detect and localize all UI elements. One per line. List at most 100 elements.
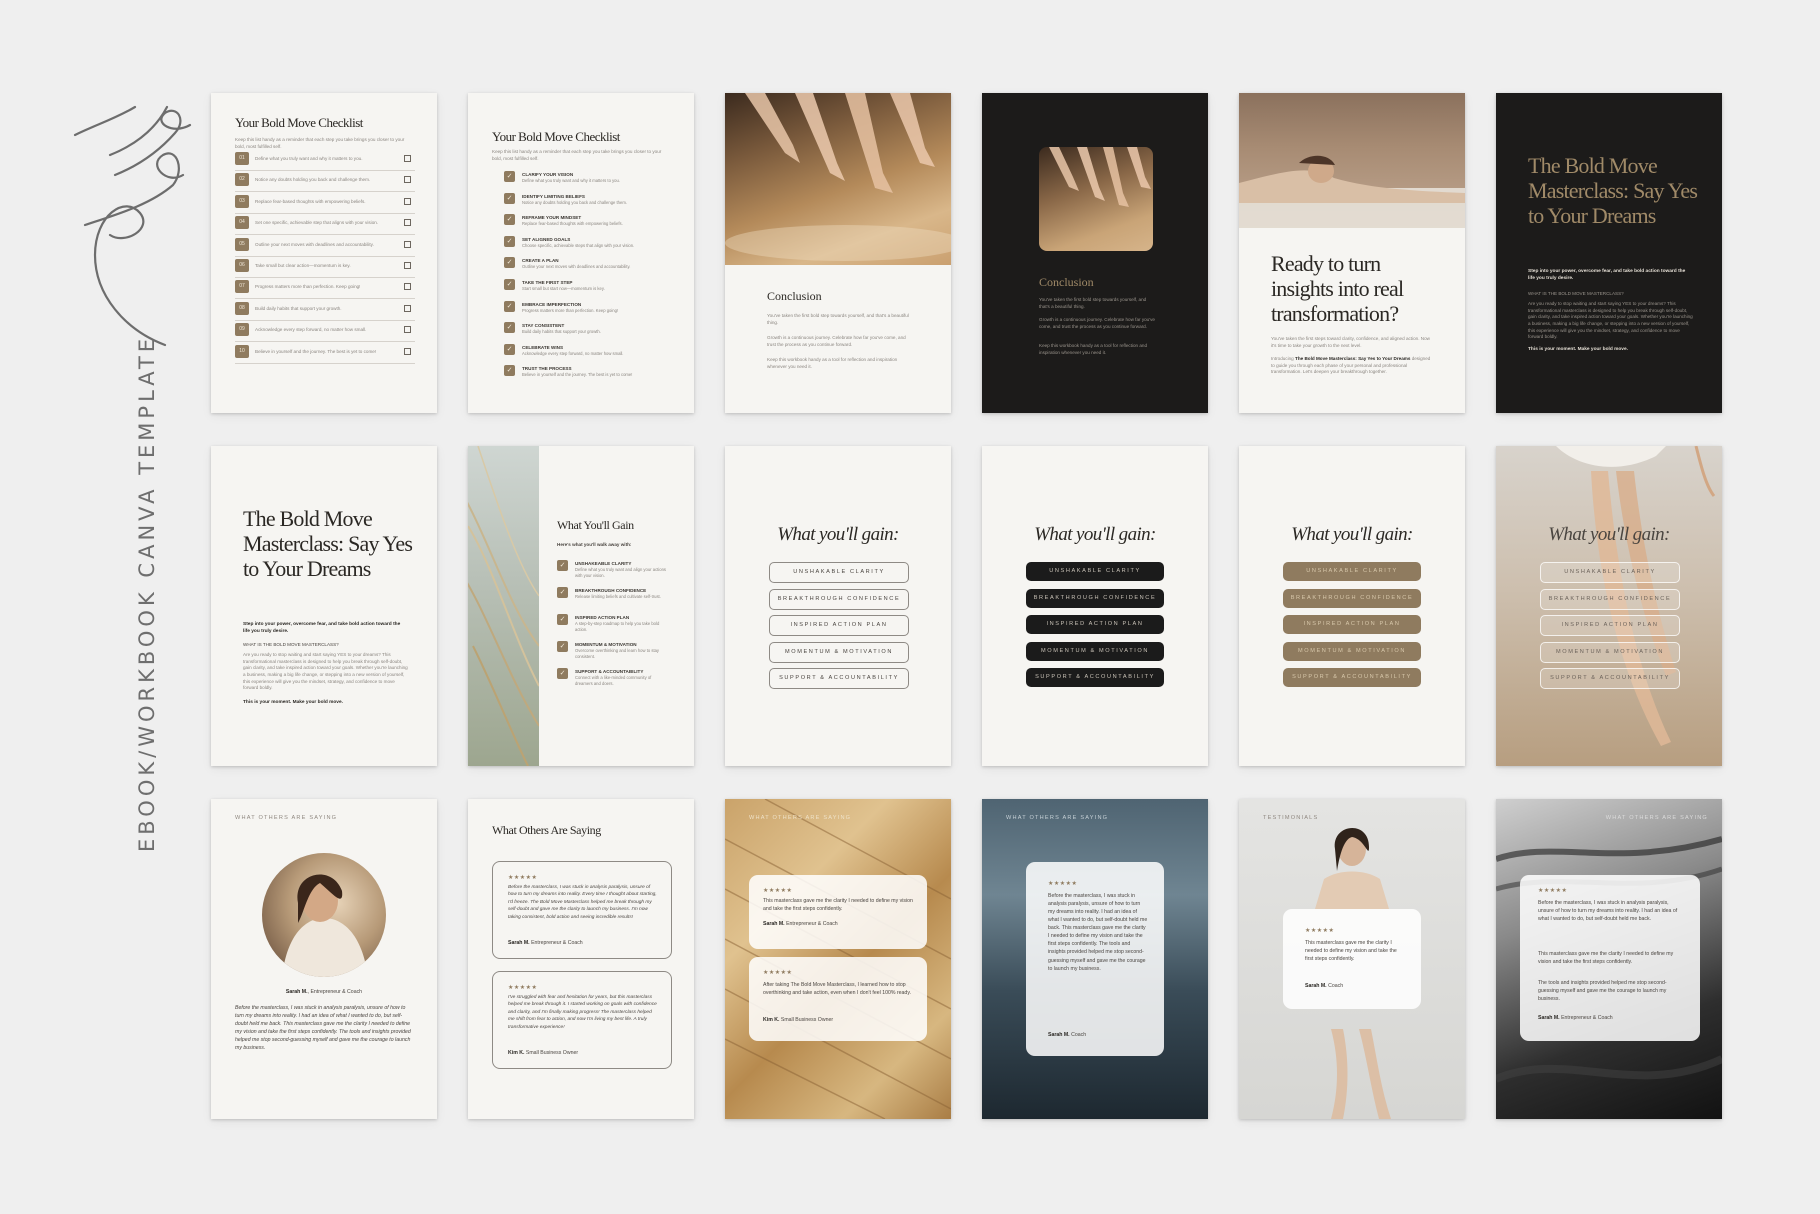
checklist-number: 07	[235, 280, 249, 294]
checkmark-icon: ✓	[504, 365, 515, 377]
checklist2-heading: SET ALIGNED GOALS	[522, 236, 571, 242]
checkbox-icon[interactable]	[404, 197, 411, 205]
checkbox-icon[interactable]	[404, 304, 411, 312]
checklist-item-text: Believe in yourself and the journey. The…	[255, 348, 377, 354]
stars-sarah: ★★★★★	[508, 875, 538, 881]
page-testimonial-portrait[interactable]: WHAT OTHERS ARE SAYING Sarah M., Entrepr…	[211, 799, 437, 1119]
checklist-number: 03	[235, 194, 249, 208]
checklist2-heading: STAY CONSISTENT	[522, 323, 565, 329]
gain-outline-pill[interactable]: SUPPORT & ACCOUNTABILITY	[769, 668, 909, 689]
gain-photo-pill[interactable]: MOMENTUM & MOTIVATION	[1540, 641, 1680, 663]
woman-lying-illustration	[1239, 155, 1465, 228]
checklist2-row: ✓ CLARIFY YOUR VISION Define what you trul…	[504, 171, 664, 191]
checklist2-heading: TAKE THE FIRST STEP	[522, 280, 573, 285]
page-testimonials-bw[interactable]: WHAT OTHERS ARE SAYING ★★★★★ Before the …	[1496, 799, 1722, 1119]
bw-sig-name: Sarah M.	[1538, 1015, 1560, 1021]
checkbox-icon[interactable]	[404, 176, 411, 184]
portrait-avatar	[262, 853, 386, 977]
checklist-row[interactable]: 09 Acknowledge every step forward, no mat…	[235, 320, 415, 343]
checklist2-row: ✓ CREATE A PLAN Outline your next moves wi…	[504, 257, 664, 277]
gain-gold-pill[interactable]: INSPIRED ACTION PLAN	[1283, 615, 1421, 634]
sig-kim-role: Small Business Owner	[525, 1050, 579, 1056]
gain-list-desc: Release limiting beliefs and cultivate s…	[575, 594, 661, 599]
page-ready-transformation[interactable]: Ready to turn insights into real transfo…	[1239, 93, 1465, 413]
gain-list-row: ✓ INSPIRED ACTION PLAN A step-by-step road…	[557, 614, 667, 638]
checklist-row[interactable]: 05 Outline your next moves with deadlines…	[235, 235, 415, 257]
gain-dark-pill[interactable]: UNSHAKABLE CLARITY	[1026, 562, 1164, 581]
checklist2-row: ✓ IDENTIFY LIMITING BELIEFS Notice any dou…	[504, 192, 664, 213]
ready-p2-pre: Introducing	[1271, 356, 1296, 361]
gain-photo-pill[interactable]: UNSHAKABLE CLARITY	[1540, 562, 1680, 583]
page-testimonials-cards[interactable]: What Others Are Saying ★★★★★ Before the …	[468, 799, 694, 1119]
legs-thumb-illustration	[1049, 147, 1151, 207]
ocean-eyebrow: WHAT OTHERS ARE SAYING	[1006, 815, 1109, 821]
page-masterclass-light[interactable]: The Bold Move Masterclass: Say Yes to Yo…	[211, 446, 437, 766]
checklist-row[interactable]: 02 Notice any doubts holding you back and…	[235, 170, 415, 193]
gain-gold-pill[interactable]: SUPPORT & ACCOUNTABILITY	[1283, 668, 1421, 687]
gain-list-heading: BREAKTHROUGH CONFIDENCE	[575, 588, 647, 593]
page-conclusion-photo[interactable]: Conclusion You've taken the first bold s…	[725, 93, 951, 413]
page-gain-dark-pills[interactable]: What you'll gain: UNSHAKABLE CLARITY BREA…	[982, 446, 1208, 766]
checkbox-icon[interactable]	[404, 283, 411, 291]
gain-dark-pill[interactable]: MOMENTUM & MOTIVATION	[1026, 641, 1164, 661]
masterclass-label: WHAT IS THE BOLD MOVE MASTERCLASS?	[243, 642, 339, 647]
checklist-row[interactable]: 10 Believe in yourself and the journey. T…	[235, 342, 415, 364]
page-checklist-checks[interactable]: Your Bold Move Checklist Keep this list …	[468, 93, 694, 413]
checkbox-icon[interactable]	[404, 219, 411, 227]
page-testimonials-palm[interactable]: WHAT OTHERS ARE SAYING ★★★★★ This master…	[725, 799, 951, 1119]
checklist-row[interactable]: 06 Take small but clear action—momentum i…	[235, 256, 415, 278]
page-gain-outline[interactable]: What you'll gain: UNSHAKABLE CLARITY BREA…	[725, 446, 951, 766]
masterclass-body: Are you ready to stop waiting and start …	[243, 652, 408, 691]
bw-card: ★★★★★ Before the masterclass, I was stuc…	[1520, 875, 1700, 1041]
palm-card-kim: ★★★★★ After taking The Bold Move Masterc…	[749, 957, 927, 1041]
page-checklist-numbered[interactable]: Your Bold Move Checklist Keep this list …	[211, 93, 437, 413]
gain-photo-pill[interactable]: INSPIRED ACTION PLAN	[1540, 615, 1680, 636]
page-masterclass-dark[interactable]: The Bold Move Masterclass: Say Yes to Yo…	[1496, 93, 1722, 413]
checklist2-row: ✓ STAY CONSISTENT Build daily habits that …	[504, 322, 664, 342]
page-gain-photo[interactable]: What you'll gain: UNSHAKABLE CLARITY BREA…	[1496, 446, 1722, 766]
portrait-name: Sarah M.	[285, 989, 308, 995]
checklist2-desc: Start small but start now—momentum is ke…	[522, 286, 605, 291]
checklist-row[interactable]: 04 Set one specific, achievable step that…	[235, 213, 415, 236]
palm-illustration	[468, 446, 540, 766]
beach-feet-photo	[725, 93, 951, 265]
palm-sig-kim: Kim K. Small Business Owner	[763, 1017, 833, 1023]
checklist-row[interactable]: 08 Build daily habits that support your g…	[235, 299, 415, 321]
checkbox-icon[interactable]	[404, 347, 411, 355]
gain-dark-pill[interactable]: INSPIRED ACTION PLAN	[1026, 615, 1164, 634]
checkmark-icon: ✓	[504, 235, 515, 247]
checklist-item-text: Outline your next moves with deadlines a…	[255, 241, 374, 247]
checklist-row[interactable]: 03 Replace fear-based thoughts with empow…	[235, 192, 415, 214]
gain-list-sub: Here's what you'll walk away with:	[557, 542, 632, 547]
page-testimonials-woman[interactable]: TESTIMONIALS ★★★★★ This masterclass gave…	[1239, 799, 1465, 1119]
gain-photo-pill[interactable]: BREAKTHROUGH CONFIDENCE	[1540, 588, 1680, 610]
page-testimonials-ocean[interactable]: WHAT OTHERS ARE SAYING ★★★★★ Before the …	[982, 799, 1208, 1119]
checkbox-icon[interactable]	[404, 155, 411, 162]
masterclass-dark-closing: This is your moment. Make your bold move…	[1528, 347, 1628, 352]
gain-gold-pill[interactable]: BREAKTHROUGH CONFIDENCE	[1283, 588, 1421, 608]
side-label: EBOOK/WORKBOOK CANVA TEMPLATE	[135, 334, 159, 852]
gain-outline-pill[interactable]: BREAKTHROUGH CONFIDENCE	[769, 588, 909, 610]
page-gain-gold-pills[interactable]: What you'll gain: UNSHAKABLE CLARITY BREA…	[1239, 446, 1465, 766]
page-conclusion-dark[interactable]: Conclusion You've taken the first bold s…	[982, 93, 1208, 413]
bw-quote-3: The tools and insights provided helped m…	[1538, 980, 1667, 1003]
portrait-quote: Before the masterclass, I was stuck in a…	[235, 1005, 411, 1052]
gain-gold-pill[interactable]: UNSHAKABLE CLARITY	[1283, 562, 1421, 581]
gain-dark-pill[interactable]: BREAKTHROUGH CONFIDENCE	[1026, 588, 1164, 608]
checkbox-icon[interactable]	[404, 240, 411, 248]
page-gain-list[interactable]: What You'll Gain Here's what you'll walk…	[468, 446, 694, 766]
checklist-item-text: Replace fear-based thoughts with empower…	[255, 198, 366, 204]
checklist-row[interactable]: 07 Progress matters more than perfection.…	[235, 277, 415, 300]
gain-gold-pill[interactable]: MOMENTUM & MOTIVATION	[1283, 641, 1421, 661]
gain-dark-pill[interactable]: SUPPORT & ACCOUNTABILITY	[1026, 668, 1164, 687]
gain-outline-pill[interactable]: INSPIRED ACTION PLAN	[769, 615, 909, 636]
checklist-row[interactable]: 01 Define what you truly want and why it …	[235, 149, 415, 171]
checklist2-heading: CREATE A PLAN	[522, 258, 559, 264]
gain-list-desc: Connect with a like-minded community of …	[575, 675, 652, 686]
gain-outline-pill[interactable]: UNSHAKABLE CLARITY	[769, 562, 909, 583]
checklist2-title: Your Bold Move Checklist	[492, 129, 620, 144]
gain-outline-pill[interactable]: MOMENTUM & MOTIVATION	[769, 641, 909, 663]
checkbox-icon[interactable]	[404, 262, 411, 269]
checkbox-icon[interactable]	[404, 326, 411, 334]
gain-photo-pill[interactable]: SUPPORT & ACCOUNTABILITY	[1540, 668, 1680, 689]
